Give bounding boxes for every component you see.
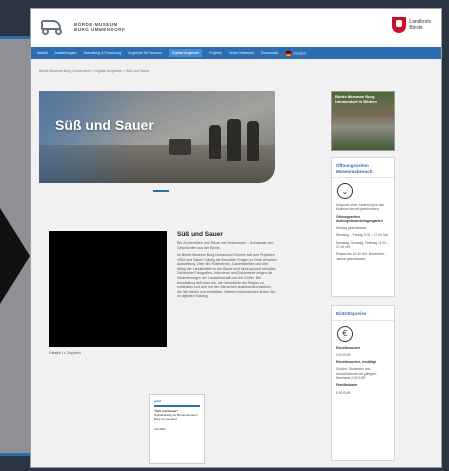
opening-hours-card: Öffnungszeiten Museumsbesuch ⌄ Aufgrund … <box>331 157 395 297</box>
clock-icon: ⌄ <box>337 183 353 199</box>
person-figure <box>247 121 259 161</box>
slider-indicator[interactable] <box>153 190 169 192</box>
nav-item-downloads[interactable]: Downloads <box>261 51 278 55</box>
article-title: Süß und Sauer <box>177 231 223 238</box>
video-player[interactable] <box>49 231 167 347</box>
sidebar-image-title: Börde-Museum Burg Ummendorf in Bildern <box>335 94 378 104</box>
fee2-value: Schüler, Studenten und Auszubildende mit… <box>336 367 377 380</box>
nav-item-projekte[interactable]: Projekte <box>209 51 222 55</box>
fee2-label: Einzelbesucher, ermäßigt <box>336 360 376 365</box>
fee3-value: 6,00 EUR <box>336 390 351 395</box>
catalog-document[interactable]: gvbd "Süß und Sauer" Digitalkatalog für … <box>149 394 205 464</box>
nav-item-ausstellungen[interactable]: Ausstellungen <box>55 51 77 55</box>
hours-line2: Dienstag – Freitag 9.00 – 17.00 Uhr <box>336 233 389 238</box>
logo-line2: BURG UMMENDORF <box>74 27 126 32</box>
hours-subheading: Öffnungszeiten Außengelände/Anlagengarte… <box>336 214 383 223</box>
flag-icon <box>285 50 293 56</box>
admission-card: Eintrittspreise € Einzelbesucher 3,00 EU… <box>331 305 395 461</box>
tractor-icon <box>39 18 69 36</box>
fee3-label: Familienkarte <box>336 383 358 388</box>
article: Süß und Sauer Wo Zuckerrüben und Säure n… <box>177 231 277 299</box>
nav-item-netzwerk[interactable]: Unser Netzwerk <box>229 51 254 55</box>
nav-item-digitale-angebote[interactable]: Digitale Angebote <box>168 49 203 57</box>
hero-title: Süß und Sauer <box>55 117 154 133</box>
article-body: Im Börde-Museum Burg Ummendorf können se… <box>177 253 277 299</box>
hero-banner: Süß und Sauer <box>39 91 275 183</box>
fees-heading: Eintrittspreise <box>332 306 394 321</box>
language-label: Deutsch <box>293 50 307 55</box>
nav-item-aktuell[interactable]: Aktuell <box>37 51 48 55</box>
site-header: BÖRDE-MUSEUM BURG UMMENDORF Landkreis Bö… <box>31 9 441 47</box>
article-subtitle: Wo Zuckerrüben und Säure nah beieinander… <box>177 241 274 250</box>
fee1-label: Einzelbesucher <box>336 345 361 350</box>
doc-subtitle: Digitalkatalog für Börde-Museum Burg Umm… <box>154 413 198 421</box>
browser-page: BÖRDE-MUSEUM BURG UMMENDORF Landkreis Bö… <box>30 8 442 468</box>
hours-note: Aufgrund einer Sanierung ist das Museum … <box>336 203 385 212</box>
nav-item-sammlung[interactable]: Sammlung & Forschung <box>84 51 122 55</box>
main-nav: Aktuell Ausstellungen Sammlung & Forschu… <box>31 47 441 59</box>
hours-heading: Öffnungszeiten Museumsbesuch <box>332 158 394 178</box>
arrow-icon <box>0 208 30 304</box>
hours-line4: Einlass bis 16.30 Uhr. Dezember – Januar… <box>336 252 387 261</box>
person-figure <box>227 119 241 161</box>
language-switch[interactable]: Deutsch <box>285 50 307 56</box>
hours-line1: Montag geschlossen <box>336 226 367 231</box>
hours-line3: Samstag, Sonntag, Feiertag 11.00 – 17.00… <box>336 240 389 250</box>
doc-date: Juli 2021 <box>154 427 167 431</box>
region-line2: Börde <box>409 25 423 31</box>
breadcrumb[interactable]: Börde-Museum Burg Ummendorf > Digitale A… <box>31 59 441 73</box>
crest-icon <box>392 17 407 33</box>
nav-item-schulen[interactable]: Angebote für Schulen <box>128 51 162 55</box>
fee1-value: 3,00 EUR <box>336 352 351 357</box>
wagon-shape <box>169 139 191 155</box>
person-figure <box>209 125 221 159</box>
euro-icon: € <box>337 325 353 342</box>
sidebar-image-teaser[interactable]: Börde-Museum Burg Ummendorf in Bildern <box>331 91 395 151</box>
doc-brand: gvbd <box>154 399 162 403</box>
region-logo[interactable]: Landkreis Börde <box>392 17 431 33</box>
museum-logo[interactable]: BÖRDE-MUSEUM BURG UMMENDORF <box>39 18 125 36</box>
video-caption: Lifestile | c. Zeppelin <box>49 351 81 355</box>
